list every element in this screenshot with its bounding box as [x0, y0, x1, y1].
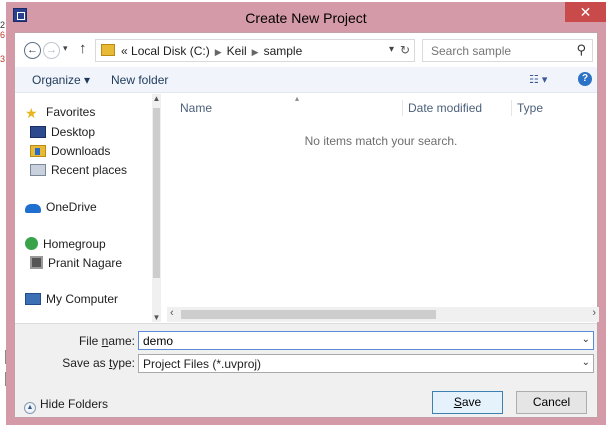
sidebar-item-pranit-nagare[interactable]: Pranit Nagare — [30, 256, 122, 270]
window-title: Create New Project — [245, 10, 367, 26]
downloads-icon — [30, 145, 46, 157]
scroll-right-icon[interactable]: › — [592, 307, 596, 319]
sidebar-item-homegroup[interactable]: Homegroup — [25, 237, 106, 251]
create-new-project-dialog: Create New Project ✕ ← → ▾ ↑ « Local Dis… — [6, 2, 606, 425]
search-input[interactable] — [431, 43, 561, 58]
column-header-date-modified[interactable]: Date modified — [408, 101, 482, 115]
breadcrumb: « Local Disk (C:) ▶ Keil ▶ sample — [121, 44, 302, 58]
refresh-icon[interactable]: ↻ — [400, 43, 410, 57]
navigation-pane: ★ Favorites Desktop Downloads Recent plac… — [15, 94, 161, 306]
empty-folder-message: No items match your search. — [304, 134, 458, 148]
chevron-down-icon[interactable]: ⌄ — [582, 357, 590, 368]
column-header-type[interactable]: Type — [517, 101, 543, 115]
breadcrumb-separator-icon[interactable]: ▶ — [215, 47, 222, 57]
breadcrumb-item-keil[interactable]: Keil — [227, 44, 247, 58]
recent-places-icon — [30, 164, 46, 176]
new-folder-button[interactable]: New folder — [111, 73, 168, 87]
column-divider[interactable] — [402, 100, 403, 116]
back-button[interactable]: ← — [24, 42, 41, 59]
column-header-name[interactable]: Name — [180, 101, 212, 115]
file-list-horizontal-scrollbar[interactable]: ‹ › — [167, 307, 599, 322]
scrollbar-thumb[interactable] — [153, 108, 160, 278]
help-icon[interactable]: ? — [578, 72, 592, 86]
nav-pane-vertical-scrollbar[interactable]: ▲ ▼ — [152, 94, 161, 322]
cancel-button[interactable]: Cancel — [516, 391, 587, 414]
address-dropdown-icon[interactable]: ▾ — [389, 44, 394, 55]
homegroup-icon — [25, 237, 38, 250]
breadcrumb-item-local-disk[interactable]: Local Disk (C:) — [131, 44, 210, 58]
change-view-button[interactable]: ☷ ▾ — [529, 73, 547, 86]
scrollbar-thumb[interactable] — [181, 310, 436, 319]
sidebar-item-recent-places[interactable]: Recent places — [30, 163, 127, 177]
scroll-down-icon[interactable]: ▼ — [152, 313, 161, 322]
sidebar-item-favorites[interactable]: ★ Favorites — [25, 105, 95, 122]
scroll-up-icon[interactable]: ▲ — [152, 94, 161, 103]
file-list[interactable]: ▴ Name Date modified Type No items match… — [165, 94, 597, 306]
save-as-type-select[interactable]: Project Files (*.uvproj) ⌄ — [138, 354, 594, 373]
save-form-area: File name: ⌄ Save as type: Project Files… — [15, 323, 597, 417]
save-as-type-value: Project Files (*.uvproj) — [143, 357, 262, 371]
file-name-field[interactable]: ⌄ — [138, 331, 594, 350]
breadcrumb-separator-icon[interactable]: ▶ — [252, 47, 259, 57]
collapse-up-icon: ▲ — [24, 402, 36, 414]
column-divider[interactable] — [511, 100, 512, 116]
chevron-down-icon[interactable]: ⌄ — [582, 334, 590, 345]
save-button[interactable]: Save — [432, 391, 503, 414]
organize-button[interactable]: Organize ▾ — [32, 73, 90, 87]
breadcrumb-item-sample[interactable]: sample — [264, 44, 303, 58]
sidebar-item-desktop[interactable]: Desktop — [30, 125, 95, 139]
up-folder-button[interactable]: ↑ — [79, 40, 87, 57]
save-as-type-label: Save as type: — [62, 356, 135, 370]
close-button[interactable]: ✕ — [565, 2, 606, 22]
command-toolbar: Organize ▾ New folder ☷ ▾ ? — [15, 67, 597, 93]
title-bar[interactable]: Create New Project ✕ — [6, 2, 606, 32]
address-bar[interactable]: « Local Disk (C:) ▶ Keil ▶ sample ▾ ↻ — [95, 39, 415, 62]
file-name-label: File name: — [78, 334, 135, 348]
cloud-icon — [25, 204, 41, 213]
forward-button[interactable]: → — [43, 42, 60, 59]
desktop-icon — [30, 126, 46, 138]
file-name-input[interactable] — [143, 334, 563, 348]
folder-icon — [101, 44, 115, 56]
sidebar-item-onedrive[interactable]: OneDrive — [25, 200, 97, 214]
sidebar-item-downloads[interactable]: Downloads — [30, 144, 110, 158]
sort-ascending-icon: ▴ — [295, 94, 300, 103]
user-icon — [30, 256, 43, 269]
recent-locations-dropdown[interactable]: ▾ — [63, 43, 68, 54]
computer-icon — [25, 293, 41, 305]
sidebar-item-my-computer[interactable]: My Computer — [25, 292, 118, 306]
dialog-body: ← → ▾ ↑ « Local Disk (C:) ▶ Keil ▶ sample ▾ … — [14, 32, 599, 418]
scroll-left-icon[interactable]: ‹ — [170, 307, 174, 319]
hide-folders-button[interactable]: ▲ Hide Folders — [24, 397, 108, 414]
star-icon: ★ — [25, 105, 38, 121]
breadcrumb-overflow[interactable]: « — [121, 44, 128, 58]
search-box[interactable]: ⚲ — [422, 39, 593, 62]
search-icon[interactable]: ⚲ — [576, 42, 586, 58]
